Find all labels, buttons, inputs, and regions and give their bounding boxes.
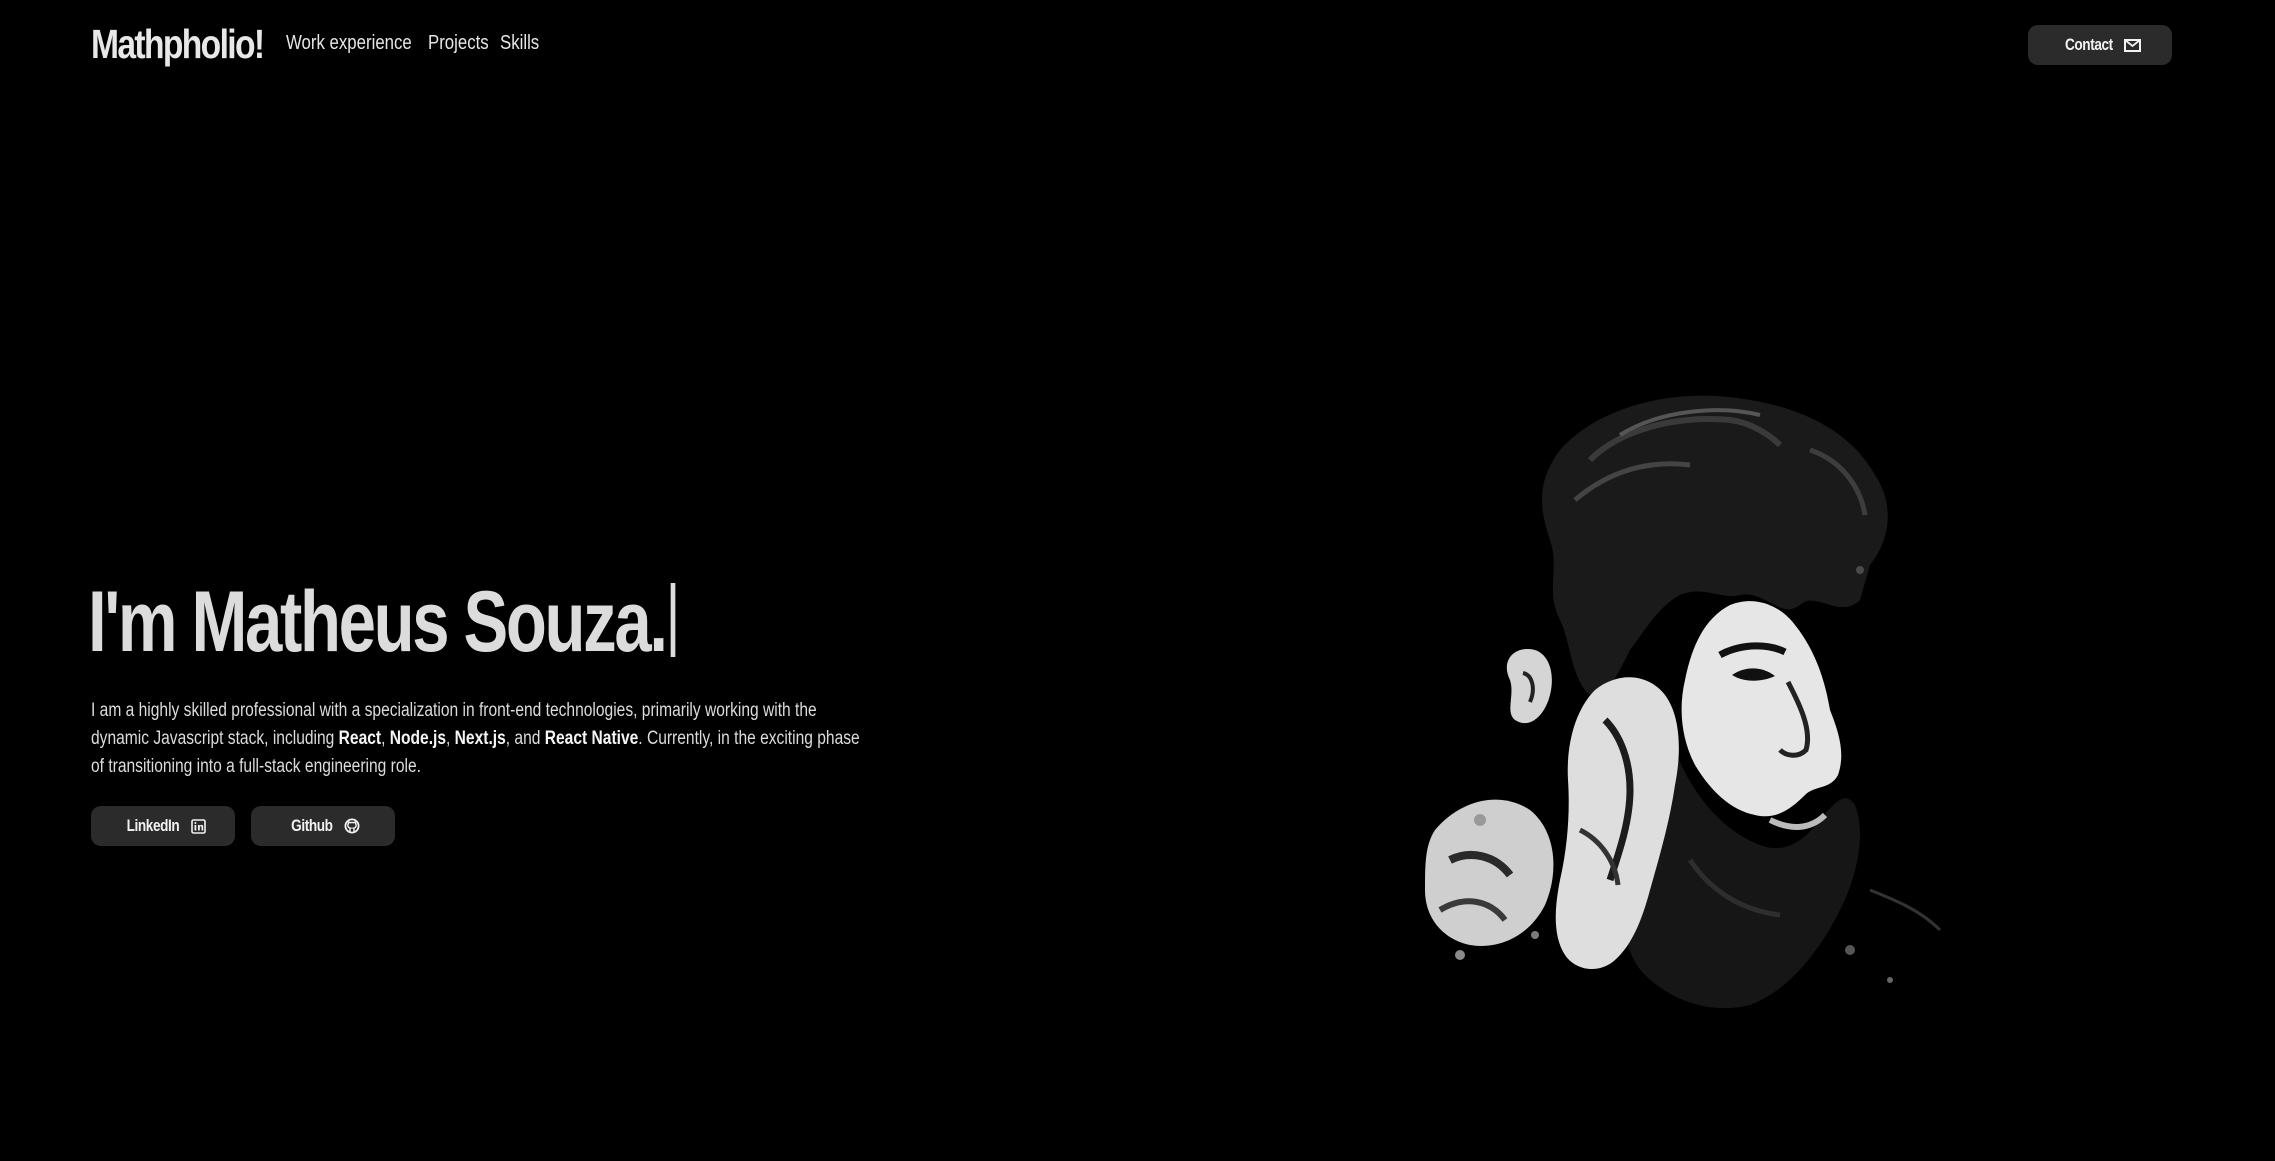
linkedin-icon [191, 818, 207, 834]
github-button[interactable]: Github [251, 806, 395, 846]
mail-icon [2124, 38, 2142, 52]
brand-logo[interactable]: Mathpholio! [91, 18, 265, 70]
description-separator: , [446, 728, 455, 749]
nav-work-experience[interactable]: Work experience [286, 29, 412, 57]
description-separator: , [381, 728, 390, 749]
hero-title-text: I'm Matheus Souza. [88, 574, 668, 670]
contact-button[interactable]: Contact [2028, 25, 2172, 65]
tech-nodejs: Node.js [389, 728, 447, 749]
hero-title: I'm Matheus Souza. [88, 570, 676, 675]
github-button-label: Github [291, 816, 333, 835]
nav-links: Work experience Projects Skills [286, 29, 540, 57]
typing-cursor [670, 583, 676, 657]
linkedin-button[interactable]: LinkedIn [91, 806, 235, 846]
portrait-illustration [1425, 395, 1942, 1009]
tech-react-native: React Native [544, 728, 639, 749]
portrait-image [1420, 390, 1990, 1010]
nav-projects[interactable]: Projects [428, 29, 489, 57]
linkedin-button-label: LinkedIn [126, 816, 179, 835]
contact-button-label: Contact [2064, 35, 2113, 54]
navbar: Mathpholio! Work experience Projects Ski… [0, 0, 2275, 90]
github-icon [344, 818, 360, 834]
tech-nextjs: Next.js [454, 728, 506, 749]
description-separator: , and [505, 728, 545, 749]
hero-description: I am a highly skilled professional with … [91, 697, 862, 781]
nav-skills[interactable]: Skills [500, 29, 539, 57]
tech-react: React [338, 728, 382, 749]
